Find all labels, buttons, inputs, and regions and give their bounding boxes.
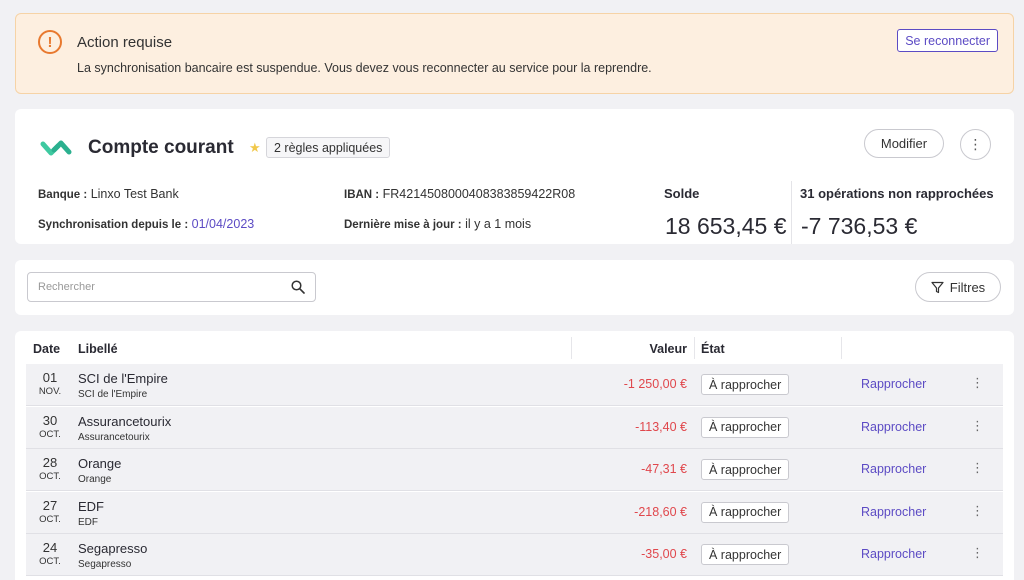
update-info: Dernière mise à jour : il y a 1 mois (344, 217, 531, 231)
rules-badge[interactable]: 2 règles appliquées (266, 137, 391, 158)
row-state-badge[interactable]: À rapprocher (701, 416, 790, 438)
header-divider (841, 337, 842, 359)
filter-icon (931, 281, 944, 293)
row-amount: -1 250,00 € (623, 377, 687, 391)
bank-logo-icon (40, 140, 72, 156)
alert-message: La synchronisation bancaire est suspendu… (77, 61, 652, 75)
row-date-month: NOV. (38, 386, 62, 397)
sync-date: 01/04/2023 (191, 217, 255, 231)
row-date-month: OCT. (39, 428, 61, 440)
reconcile-link[interactable]: Rapprocher (861, 377, 926, 391)
header-date[interactable]: Date (33, 342, 60, 356)
table-row[interactable]: 30 OCT. Assurancetourix Assurancetourix -113… (26, 406, 1003, 449)
row-label: SCI de l'Empire (78, 371, 168, 386)
header-divider (694, 337, 695, 359)
table-row[interactable]: 28 OCT. Orange Orange -47,31 € À rapprocher Ra… (26, 449, 1003, 491)
header-value[interactable]: Valeur (649, 342, 687, 356)
row-state-badge[interactable]: À rapprocher (701, 544, 790, 565)
row-date-month: OCT. (39, 513, 61, 525)
row-sublabel: SCI de l'Empire (78, 389, 148, 400)
table-row[interactable]: 01 NOV. SCI de l'Empire SCI de l'Empire -1 2… (26, 364, 1003, 406)
iban-value: FR4214508000408383859422R08 (382, 187, 576, 201)
balance-label: Solde (664, 186, 700, 201)
row-label: Segapresso (78, 541, 148, 556)
row-more-icon[interactable]: ⋮ (971, 503, 984, 519)
row-state-badge[interactable]: À rapprocher (701, 459, 790, 480)
row-more-icon[interactable]: ⋮ (971, 418, 984, 434)
row-date-day: 24 (42, 540, 58, 555)
reconcile-link[interactable]: Rapprocher (861, 547, 926, 561)
row-sublabel: Assurancetourix (78, 431, 150, 443)
star-icon: ★ (249, 140, 261, 155)
row-date-day: 30 (42, 412, 58, 428)
row-amount: -218,60 € (634, 504, 687, 519)
filters-button[interactable]: Filtres (915, 272, 1001, 302)
row-date-day: 27 (42, 497, 58, 513)
row-sublabel: Segapresso (78, 559, 132, 570)
table-header: Date Libellé Valeur État (26, 331, 1003, 365)
row-state-badge[interactable]: À rapprocher (701, 374, 790, 395)
bank-info: Banque : Linxo Test Bank (38, 187, 179, 201)
update-value: il y a 1 mois (465, 217, 532, 231)
row-amount: -113,40 € (635, 419, 687, 434)
header-state[interactable]: État (701, 342, 725, 356)
row-label: Assurancetourix (78, 413, 172, 429)
row-amount: -47,31 € (641, 462, 687, 476)
row-more-icon[interactable]: ⋮ (971, 460, 984, 476)
search-bar: Filtres (15, 260, 1014, 315)
row-label: EDF (78, 498, 104, 514)
header-divider (571, 337, 572, 359)
iban-label: IBAN : (344, 189, 380, 201)
row-more-icon[interactable]: ⋮ (971, 375, 984, 391)
modify-button[interactable]: Modifier (864, 129, 944, 158)
row-state-badge[interactable]: À rapprocher (701, 501, 790, 523)
iban-info: IBAN : FR4214508000408383859422R08 (344, 187, 575, 201)
filters-label: Filtres (949, 279, 986, 295)
row-date-month: OCT. (39, 471, 61, 482)
update-label: Dernière mise à jour : (344, 219, 462, 231)
reconcile-link[interactable]: Rapprocher (861, 462, 926, 476)
sync-label: Synchronisation depuis le : (38, 219, 189, 231)
alert-title: Action requise (77, 34, 173, 51)
search-input[interactable] (27, 272, 316, 302)
bank-value: Linxo Test Bank (90, 187, 179, 201)
account-title: Compte courant (88, 137, 234, 158)
balance-value: 18 653,45 € (665, 213, 787, 239)
reconcile-link[interactable]: Rapprocher (861, 505, 926, 519)
row-more-icon[interactable]: ⋮ (971, 545, 984, 561)
row-sublabel: Orange (78, 474, 112, 485)
exclamation-icon: ! (38, 30, 62, 54)
unreconciled-label: 31 opérations non rapprochées (800, 186, 994, 201)
table-row[interactable]: 27 OCT. EDF EDF -218,60 € À rapprocher Rapproc… (26, 491, 1003, 534)
row-label: Orange (78, 456, 122, 471)
row-sublabel: EDF (78, 516, 98, 528)
more-options-icon[interactable]: ⋮ (960, 129, 991, 160)
unreconciled-value: -7 736,53 € (801, 213, 918, 239)
sync-alert-banner: ! Action requise La synchronisation banc… (15, 13, 1014, 94)
sync-info: Synchronisation depuis le : 01/04/2023 (38, 217, 254, 231)
divider (791, 181, 792, 244)
transactions-table: Date Libellé Valeur État 01 NOV. SCI de l'… (15, 331, 1014, 580)
table-row[interactable]: 24 OCT. Segapresso Segapresso -35,00 € À rapp… (26, 534, 1003, 576)
account-card: Compte courant ★ 2 règles appliquées Mod… (15, 109, 1014, 244)
row-date-day: 28 (42, 455, 58, 470)
header-label[interactable]: Libellé (78, 342, 118, 356)
row-date-month: OCT. (39, 556, 61, 567)
bank-label: Banque : (38, 189, 88, 201)
search-icon[interactable] (291, 280, 305, 294)
reconcile-link[interactable]: Rapprocher (861, 420, 926, 434)
row-amount: -35,00 € (641, 547, 687, 561)
row-date-day: 01 (42, 370, 58, 385)
reconnect-button[interactable]: Se reconnecter (897, 29, 998, 52)
